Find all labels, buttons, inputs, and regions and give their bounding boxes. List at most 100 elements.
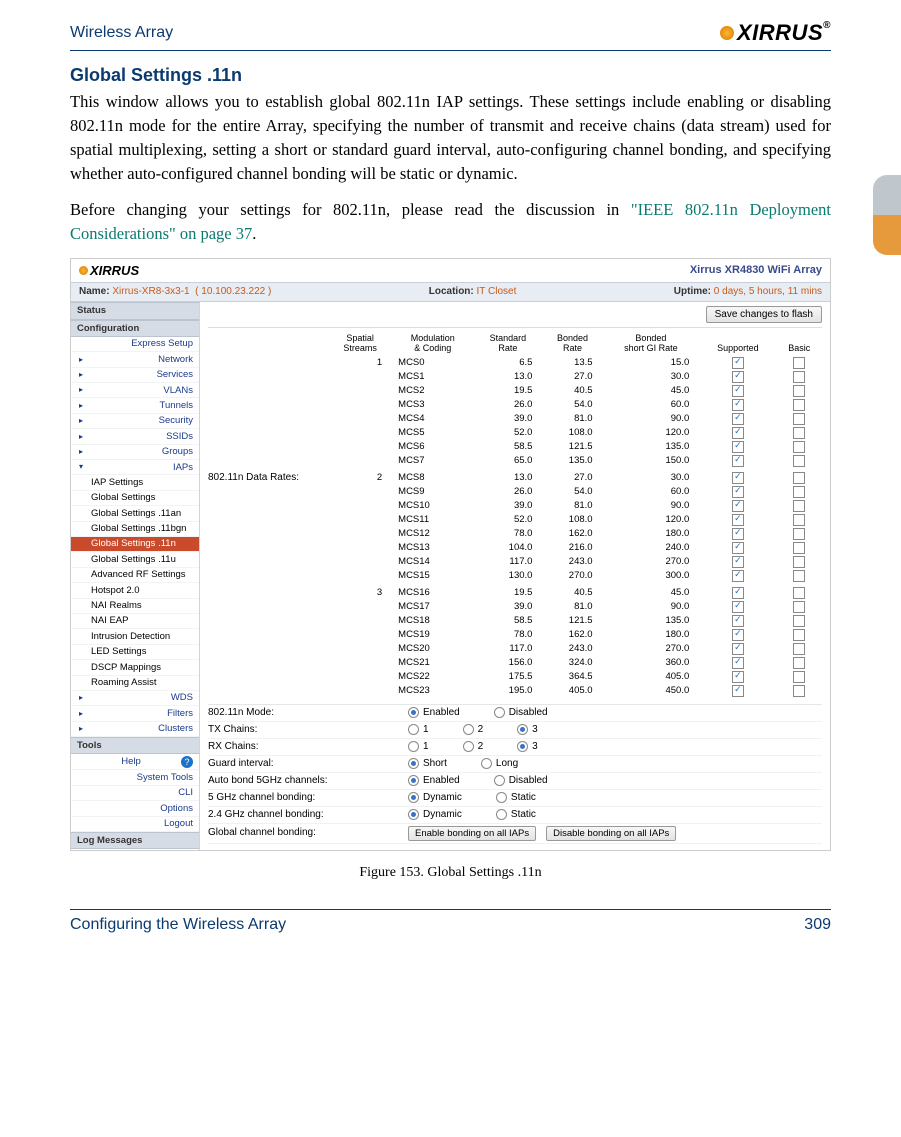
sidebar-tool-item[interactable]: CLI — [71, 786, 199, 801]
basic-checkbox[interactable] — [793, 455, 805, 467]
radio-option[interactable]: Disabled — [494, 707, 548, 719]
supported-checkbox[interactable] — [732, 357, 744, 369]
supported-checkbox[interactable] — [732, 399, 744, 411]
radio-option[interactable]: Dynamic — [408, 792, 462, 804]
radio-option[interactable]: 3 — [517, 741, 538, 753]
supported-checkbox[interactable] — [732, 441, 744, 453]
sidebar-subitem[interactable]: DSCP Mappings — [71, 660, 199, 675]
supported-checkbox[interactable] — [732, 371, 744, 383]
sidebar-item[interactable]: VLANs — [71, 383, 199, 398]
supported-checkbox[interactable] — [732, 643, 744, 655]
supported-checkbox[interactable] — [732, 685, 744, 697]
basic-checkbox[interactable] — [793, 643, 805, 655]
basic-checkbox[interactable] — [793, 671, 805, 683]
basic-checkbox[interactable] — [793, 556, 805, 568]
sidebar-item[interactable]: Security — [71, 414, 199, 429]
sidebar-subitem[interactable]: Global Settings .11u — [71, 552, 199, 567]
sidebar-tool-item[interactable]: System Tools — [71, 770, 199, 785]
supported-checkbox[interactable] — [732, 556, 744, 568]
basic-checkbox[interactable] — [793, 601, 805, 613]
supported-checkbox[interactable] — [732, 657, 744, 669]
sidebar-subitem[interactable]: LED Settings — [71, 645, 199, 660]
supported-checkbox[interactable] — [732, 486, 744, 498]
sidebar-subitem[interactable]: Hotspot 2.0 — [71, 583, 199, 598]
sidebar-item[interactable]: Clusters — [71, 722, 199, 737]
supported-checkbox[interactable] — [732, 472, 744, 484]
sidebar-section-status[interactable]: Status — [71, 302, 199, 319]
sidebar-item[interactable]: Tunnels — [71, 398, 199, 413]
basic-checkbox[interactable] — [793, 528, 805, 540]
sidebar-tool-item[interactable]: Options — [71, 801, 199, 816]
supported-checkbox[interactable] — [732, 587, 744, 599]
supported-checkbox[interactable] — [732, 413, 744, 425]
basic-checkbox[interactable] — [793, 587, 805, 599]
supported-checkbox[interactable] — [732, 514, 744, 526]
sidebar-section-tools[interactable]: Tools — [71, 737, 199, 754]
save-button[interactable]: Save changes to flash — [706, 306, 822, 323]
basic-checkbox[interactable] — [793, 385, 805, 397]
sidebar-item[interactable]: Network — [71, 352, 199, 367]
basic-checkbox[interactable] — [793, 514, 805, 526]
sidebar-subitem[interactable]: NAI EAP — [71, 614, 199, 629]
sidebar-subitem[interactable]: NAI Realms — [71, 599, 199, 614]
supported-checkbox[interactable] — [732, 455, 744, 467]
supported-checkbox[interactable] — [732, 542, 744, 554]
sidebar-item[interactable]: WDS — [71, 691, 199, 706]
sidebar-subitem[interactable]: Global Settings .11bgn — [71, 522, 199, 537]
radio-option[interactable]: Enabled — [408, 775, 460, 787]
sidebar-tool-item[interactable]: Help? — [71, 754, 199, 770]
radio-option[interactable]: Short — [408, 758, 447, 770]
basic-checkbox[interactable] — [793, 629, 805, 641]
supported-checkbox[interactable] — [732, 385, 744, 397]
supported-checkbox[interactable] — [732, 528, 744, 540]
basic-checkbox[interactable] — [793, 427, 805, 439]
basic-checkbox[interactable] — [793, 570, 805, 582]
radio-option[interactable]: Disabled — [494, 775, 548, 787]
sidebar-item[interactable]: Services — [71, 368, 199, 383]
basic-checkbox[interactable] — [793, 500, 805, 512]
radio-option[interactable]: 1 — [408, 724, 429, 736]
supported-checkbox[interactable] — [732, 671, 744, 683]
radio-option[interactable]: Static — [496, 792, 536, 804]
supported-checkbox[interactable] — [732, 601, 744, 613]
sidebar-subitem[interactable]: Advanced RF Settings — [71, 568, 199, 583]
radio-option[interactable]: Static — [496, 809, 536, 821]
radio-option[interactable]: 3 — [517, 724, 538, 736]
basic-checkbox[interactable] — [793, 413, 805, 425]
radio-option[interactable]: 1 — [408, 741, 429, 753]
sidebar-tool-item[interactable]: Logout — [71, 817, 199, 832]
basic-checkbox[interactable] — [793, 472, 805, 484]
sidebar-subitem[interactable]: Global Settings — [71, 491, 199, 506]
radio-option[interactable]: 2 — [463, 741, 484, 753]
supported-checkbox[interactable] — [732, 500, 744, 512]
basic-checkbox[interactable] — [793, 615, 805, 627]
disable-bonding-button[interactable]: Disable bonding on all IAPs — [546, 826, 676, 841]
sidebar-section-logs[interactable]: Log Messages — [71, 832, 199, 849]
sidebar-item[interactable]: Filters — [71, 706, 199, 721]
basic-checkbox[interactable] — [793, 685, 805, 697]
radio-option[interactable]: Long — [481, 758, 518, 770]
sidebar-section-config[interactable]: Configuration — [71, 320, 199, 337]
enable-bonding-button[interactable]: Enable bonding on all IAPs — [408, 826, 536, 841]
radio-option[interactable]: Dynamic — [408, 809, 462, 821]
sidebar-subitem[interactable]: Global Settings .11n — [71, 537, 199, 552]
basic-checkbox[interactable] — [793, 486, 805, 498]
supported-checkbox[interactable] — [732, 629, 744, 641]
radio-option[interactable]: 2 — [463, 724, 484, 736]
sidebar-subitem[interactable]: IAP Settings — [71, 475, 199, 490]
radio-option[interactable]: Enabled — [408, 707, 460, 719]
basic-checkbox[interactable] — [793, 357, 805, 369]
supported-checkbox[interactable] — [732, 570, 744, 582]
basic-checkbox[interactable] — [793, 399, 805, 411]
basic-checkbox[interactable] — [793, 371, 805, 383]
basic-checkbox[interactable] — [793, 657, 805, 669]
basic-checkbox[interactable] — [793, 542, 805, 554]
supported-checkbox[interactable] — [732, 427, 744, 439]
sidebar-item[interactable]: Express Setup — [71, 337, 199, 352]
sidebar-subitem[interactable]: Intrusion Detection — [71, 629, 199, 644]
sidebar-item[interactable]: IAPs — [71, 460, 199, 475]
sidebar-item[interactable]: Groups — [71, 445, 199, 460]
sidebar-item[interactable]: SSIDs — [71, 429, 199, 444]
supported-checkbox[interactable] — [732, 615, 744, 627]
basic-checkbox[interactable] — [793, 441, 805, 453]
